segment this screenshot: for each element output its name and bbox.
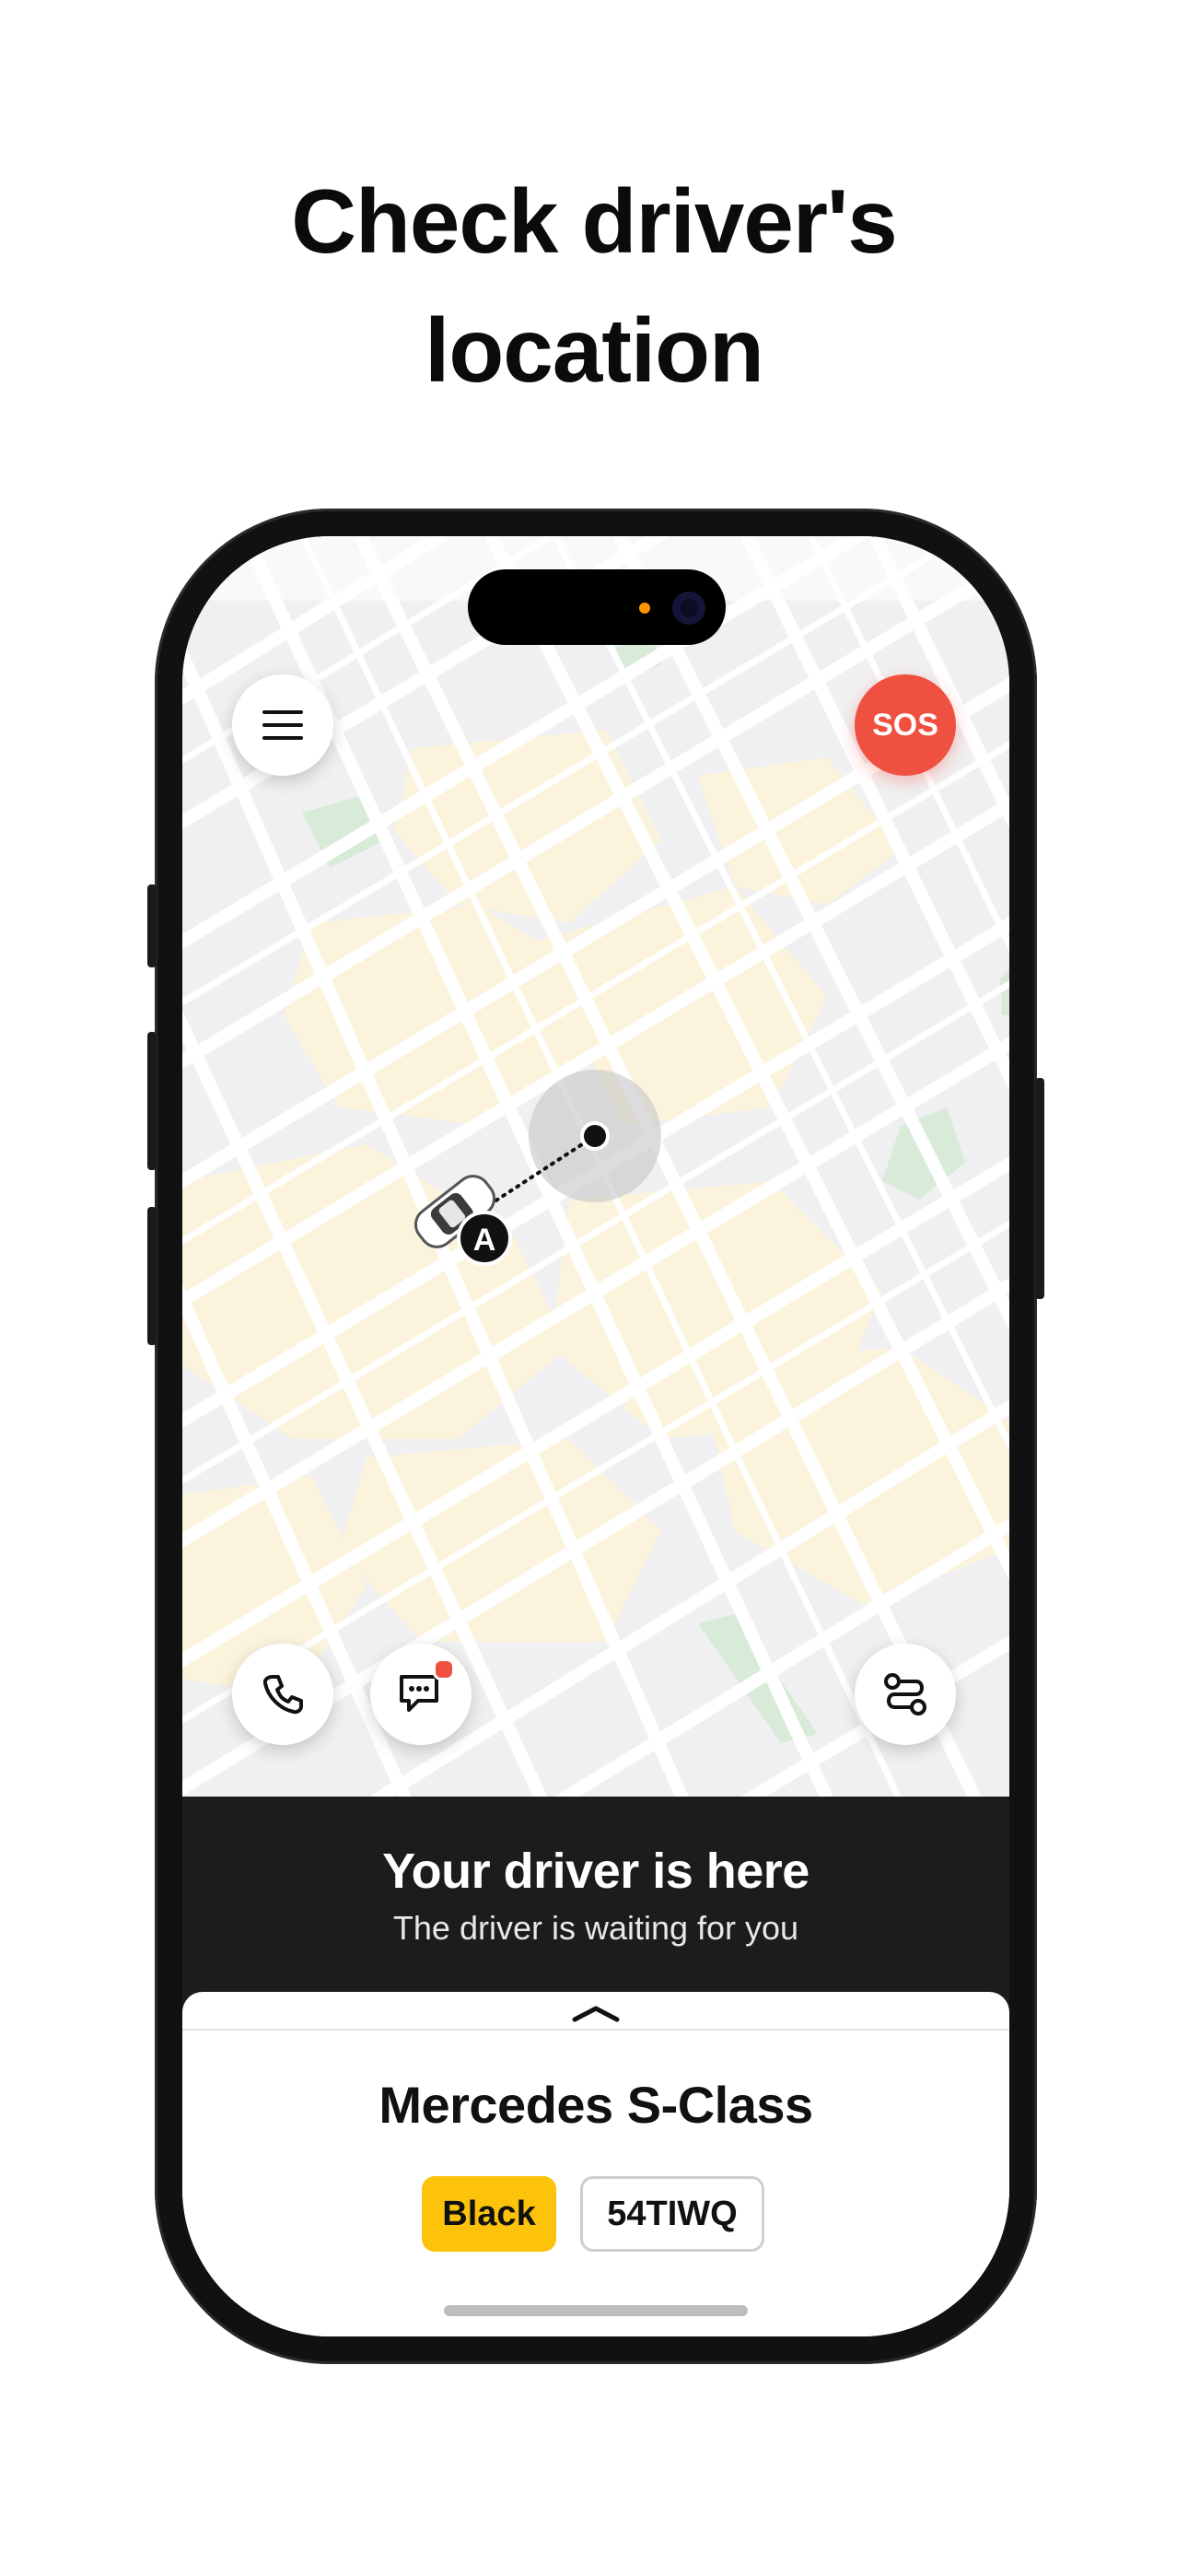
call-button[interactable]: [232, 1644, 333, 1745]
vehicle-model: Mercedes S-Class: [379, 2076, 813, 2134]
chat-button[interactable]: [370, 1644, 472, 1745]
front-camera-icon: [672, 591, 705, 625]
unread-badge: [433, 1658, 455, 1680]
power-button: [1035, 1078, 1044, 1299]
sheet-divider: [182, 2029, 1009, 2031]
route-options-button[interactable]: [855, 1644, 956, 1745]
license-plate-tag: 54TIWQ: [580, 2176, 764, 2252]
phone-icon: [262, 1675, 303, 1715]
sos-button[interactable]: SOS: [855, 674, 956, 776]
menu-button[interactable]: [232, 674, 333, 776]
destination-dot: [580, 1121, 610, 1151]
phone-screen: A SOS Your driver is here The driver is …: [182, 536, 1009, 2336]
pickup-marker-label: A: [473, 1223, 496, 1258]
route-icon: [884, 1673, 926, 1715]
headline-line-2: location: [425, 299, 764, 401]
status-title: Your driver is here: [382, 1844, 809, 1899]
pickup-marker: A: [457, 1211, 512, 1266]
dynamic-island: [468, 569, 726, 645]
hamburger-icon: [262, 710, 303, 740]
status-subtitle: The driver is waiting for you: [392, 1909, 799, 1947]
volume-down-button: [147, 1207, 157, 1345]
vehicle-color-tag: Black: [422, 2176, 556, 2252]
vehicle-info-sheet[interactable]: Mercedes S-Class Black 54TIWQ: [182, 1992, 1009, 2336]
headline: Check driver's location: [0, 157, 1188, 415]
headline-line-1: Check driver's: [291, 170, 898, 272]
driver-status-banner: Your driver is here The driver is waitin…: [182, 1797, 1009, 2018]
privacy-indicator: [639, 603, 650, 614]
mute-switch: [147, 884, 157, 967]
home-indicator[interactable]: [444, 2305, 748, 2316]
chevron-up-icon[interactable]: [569, 2001, 623, 2025]
volume-up-button: [147, 1032, 157, 1170]
